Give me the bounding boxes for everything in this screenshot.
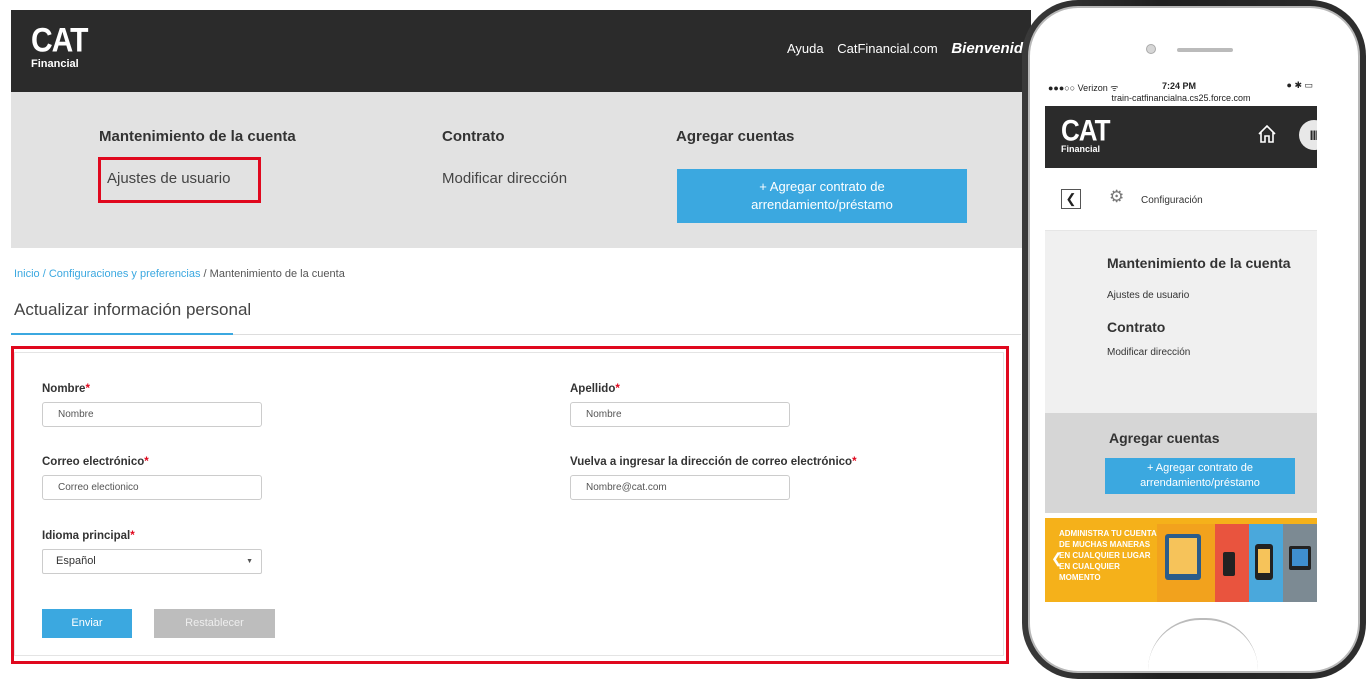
breadcrumb-current: Mantenimiento de la cuenta (209, 268, 345, 280)
cat-financial-logo[interactable]: CAT Financial (31, 23, 88, 70)
browser-url[interactable]: train-catfinancialna.cs25.force.com (1045, 93, 1317, 103)
mobile-modify-address-link[interactable]: Modificar dirección (1107, 347, 1190, 358)
breadcrumb: Inicio / Configuraciones y preferencias … (14, 268, 345, 280)
configuration-title: Configuración (1141, 195, 1203, 206)
top-nav: Ayuda CatFinancial.com Bienvenid (777, 40, 1023, 57)
mobile-add-accounts-heading: Agregar cuentas (1109, 430, 1220, 446)
add-accounts-heading: Agregar cuentas (676, 128, 795, 145)
help-link[interactable]: Ayuda (787, 41, 824, 56)
devices-illustration (1157, 524, 1317, 602)
title-accent-bar (11, 333, 233, 335)
banner-text: Administra tu cuenta de muchas maneras e… (1059, 529, 1157, 582)
settings-subbar: ❮ ⚙ Configuración (1045, 168, 1317, 231)
mobile-screen: ●●●○○ Verizon ᯤ 7:24 PM ● ✱ ▭ train-catf… (1045, 78, 1317, 602)
camera-icon (1146, 44, 1156, 54)
contract-heading: Contrato (442, 128, 505, 145)
welcome-text: Bienvenid (951, 40, 1023, 57)
add-contract-button[interactable]: + Agregar contrato de arrendamiento/prés… (677, 169, 967, 223)
breadcrumb-home[interactable]: Inicio (14, 268, 40, 280)
mobile-add-contract-button[interactable]: + Agregar contrato de arrendamiento/prés… (1105, 458, 1295, 494)
user-settings-highlight (98, 157, 261, 203)
promo-banner[interactable]: Administra tu cuenta de muchas maneras e… (1045, 518, 1317, 602)
home-icon[interactable] (1256, 123, 1278, 145)
mobile-account-heading: Mantenimiento de la cuenta (1107, 255, 1291, 271)
breadcrumb-settings[interactable]: Configuraciones y preferencias (49, 268, 201, 280)
status-time: 7:24 PM (1162, 81, 1197, 91)
gear-icon: ⚙ (1109, 187, 1125, 206)
top-bar: CAT Financial Ayuda CatFinancial.com Bie… (11, 10, 1031, 92)
modify-address-link[interactable]: Modificar dirección (442, 170, 567, 187)
battery-icon: ● ✱ ▭ (1286, 80, 1313, 90)
mobile-header: CAT Financial III (1045, 106, 1317, 168)
home-button[interactable] (1148, 618, 1258, 670)
form-highlight (11, 346, 1009, 664)
mobile-contract-heading: Contrato (1107, 319, 1166, 335)
carousel-prev-icon[interactable]: ❮ (1051, 550, 1063, 567)
catfinancial-link[interactable]: CatFinancial.com (837, 41, 937, 56)
account-maintenance-heading: Mantenimiento de la cuenta (99, 128, 296, 145)
page-title: Actualizar información personal (14, 300, 252, 319)
mobile-user-settings-link[interactable]: Ajustes de usuario (1107, 290, 1189, 301)
menu-icon[interactable]: III (1299, 120, 1317, 150)
cat-financial-logo-mobile[interactable]: CAT Financial (1061, 115, 1111, 154)
status-bar: ●●●○○ Verizon ᯤ 7:24 PM ● ✱ ▭ train-catf… (1045, 78, 1317, 106)
speaker-grille (1177, 48, 1233, 52)
back-arrow-icon[interactable]: ❮ (1061, 189, 1081, 209)
